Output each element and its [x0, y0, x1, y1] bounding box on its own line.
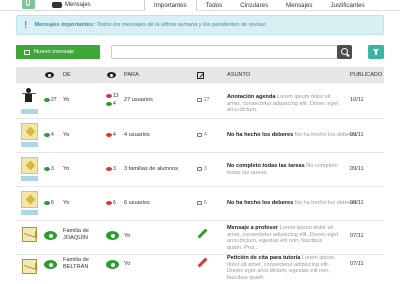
subject-cell[interactable]: Petición de cita para tutoría Lorem ipsu… — [227, 255, 339, 281]
filter-button[interactable] — [368, 45, 384, 59]
subject-cell[interactable]: No ha hecho los deberes No ha hecho los … — [227, 132, 357, 138]
to-cell: 6 usuarios — [124, 200, 150, 206]
header-asunto[interactable]: ASUNTO — [227, 67, 250, 83]
from-cell: Familia de BELTRÁN — [63, 257, 89, 270]
search-input[interactable] — [111, 45, 338, 59]
envelope-icon — [24, 49, 30, 55]
alert-text: Todos los mensajes de la última semana y… — [96, 22, 267, 28]
seen-eye-icon — [44, 98, 50, 102]
seen-eye-icon — [106, 102, 112, 106]
subject-cell[interactable]: Anotación agenda Lorem ipsum dolor sit a… — [227, 94, 339, 114]
edit-icon — [197, 71, 204, 79]
important-messages-alert: ! Mensajes importantes: Todos los mensaj… — [16, 15, 384, 35]
class-avatar-icon — [21, 191, 38, 208]
header-de[interactable]: DE — [63, 67, 71, 83]
table-row[interactable]: 6 Yo 6 6 usuarios 6 No ha hecho los debe… — [16, 187, 384, 221]
tab-todos[interactable]: Todos — [197, 0, 232, 11]
envelope-letter-icon — [22, 227, 37, 242]
class-avatar-icon — [21, 123, 38, 140]
date-cell: 07/11 — [350, 233, 364, 239]
seen-eye-icon — [44, 133, 50, 137]
to-cell: 27 usuarios — [124, 97, 153, 103]
table-row[interactable]: Familia de BELTRÁN Yo Petición de cita p… — [16, 255, 384, 284]
messages-app-menu[interactable]: Mensajes — [52, 0, 91, 10]
messages-app-label: Mensajes — [65, 2, 91, 8]
to-cell: Yo — [124, 233, 131, 239]
seen-eye-icon — [106, 260, 119, 269]
messages-icon — [52, 2, 62, 8]
to-cell: 3 familias de alumnos — [124, 166, 179, 172]
new-message-button[interactable]: Nuevo mensaje — [16, 45, 100, 59]
header-para[interactable]: PARA — [124, 67, 139, 83]
table-header: DE PARA ASUNTO PUBLICADO — [16, 67, 384, 83]
tab-circulares[interactable]: Circulares — [231, 0, 277, 11]
subject-cell[interactable]: No completo todas las tareas No completo… — [227, 163, 339, 176]
date-cell: 08/11 — [350, 200, 364, 206]
to-cell: Yo — [124, 261, 131, 267]
from-cell: Familia de JOAQUÍN — [63, 228, 89, 241]
eye-icon — [107, 72, 116, 78]
table-row[interactable]: Familia de JOAQUÍN Yo Mensaje a profesor… — [16, 221, 384, 255]
alert-title: Mensajes importantes: — [34, 22, 95, 28]
expand-chevron[interactable] — [21, 109, 38, 114]
comment-icon — [197, 133, 202, 137]
table-row[interactable]: 3 Yo 3 3 familias de alumnos 3 No comple… — [16, 153, 384, 187]
exclamation-icon: ! — [24, 19, 28, 31]
table-row[interactable]: 4 Yo 4 4 usuarios 4 No ha hecho los debe… — [16, 119, 384, 153]
comment-icon — [197, 201, 202, 205]
unseen-eye-icon — [106, 167, 112, 171]
expand-chevron[interactable] — [21, 210, 38, 215]
seen-eye-icon — [44, 167, 50, 171]
date-cell: 07/11 — [350, 261, 364, 267]
expand-chevron[interactable] — [21, 142, 38, 147]
seen-eye-icon — [44, 231, 57, 240]
top-navigation: Mensajes Importantes Todos Circulares Me… — [0, 0, 400, 11]
app-logo-icon[interactable] — [22, 0, 35, 9]
from-cell: Yo — [63, 200, 70, 206]
from-cell: Yo — [63, 166, 70, 172]
from-cell: Yo — [63, 97, 70, 103]
seen-eye-icon — [106, 231, 119, 240]
date-cell: 10/11 — [350, 97, 364, 103]
eye-icon — [45, 72, 54, 78]
unseen-eye-icon — [106, 133, 112, 137]
message-tabs: Importantes Todos Circulares Mensajes Ju… — [144, 0, 374, 11]
new-message-label: Nuevo mensaje — [34, 49, 75, 55]
seen-eye-icon — [44, 201, 50, 205]
tab-importantes[interactable]: Importantes — [144, 0, 197, 11]
comment-icon — [197, 98, 202, 102]
expand-chevron[interactable] — [21, 176, 38, 181]
envelope-letter-icon — [22, 259, 37, 274]
tab-mensajes[interactable]: Mensajes — [277, 0, 321, 11]
header-publicado[interactable]: PUBLICADO — [350, 67, 382, 83]
date-cell: 09/11 — [350, 132, 364, 138]
comment-icon — [197, 167, 202, 171]
date-cell: 09/11 — [350, 166, 364, 172]
search-button[interactable] — [337, 45, 352, 59]
red-pencil-icon — [197, 257, 208, 268]
tab-justificantes[interactable]: Justificantes — [322, 0, 374, 11]
table-row[interactable]: 27 Yo 13 4 27 usuarios 27 Anotación agen… — [16, 85, 384, 119]
unseen-eye-icon — [106, 201, 112, 205]
subject-cell[interactable]: No ha hecho los deberes No ha hecho los … — [227, 200, 357, 206]
subject-cell[interactable]: Mensaje a profesor Lorem ipsum dolor sit… — [227, 225, 339, 251]
from-cell: Yo — [63, 132, 70, 138]
seen-eye-icon — [44, 260, 57, 269]
teacher-avatar-icon — [22, 88, 36, 106]
to-cell: 4 usuarios — [124, 132, 150, 138]
green-pencil-icon — [197, 228, 208, 239]
class-avatar-icon — [21, 157, 38, 174]
unseen-eye-icon — [106, 94, 112, 98]
